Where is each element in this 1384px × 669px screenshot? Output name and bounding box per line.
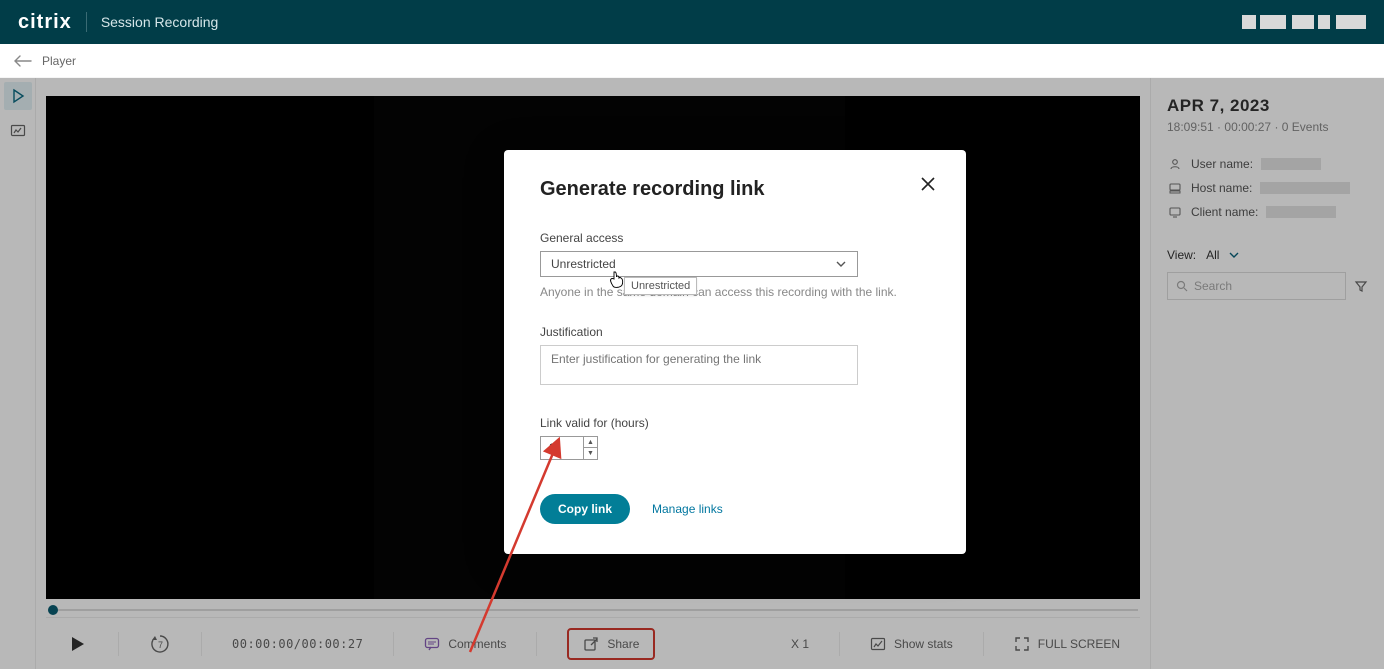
brand-logo: citrix — [18, 11, 72, 34]
breadcrumb-row: Player — [0, 44, 1384, 78]
copy-link-button[interactable]: Copy link — [540, 494, 630, 524]
justification-input[interactable] — [540, 345, 858, 385]
justification-label: Justification — [540, 325, 930, 339]
link-valid-stepper[interactable]: ▲ ▼ — [540, 436, 930, 460]
dropdown-tooltip: Unrestricted — [624, 277, 697, 295]
header-right-redacted — [1242, 15, 1366, 29]
top-header: citrix Session Recording — [0, 0, 1384, 44]
stepper-down[interactable]: ▼ — [584, 448, 597, 459]
general-access-help: Anyone in the same domain can access thi… — [540, 285, 930, 299]
link-valid-label: Link valid for (hours) — [540, 416, 930, 430]
chevron-down-icon — [835, 259, 847, 269]
back-icon[interactable] — [14, 54, 32, 68]
stepper-up[interactable]: ▲ — [584, 437, 597, 448]
close-button[interactable] — [916, 172, 940, 196]
generate-link-modal: Generate recording link General access U… — [504, 150, 966, 554]
general-access-select[interactable]: Unrestricted — [540, 251, 858, 277]
main-area: 7 00:00:00/00:00:27 Comments Share X 1 — [0, 78, 1384, 669]
link-valid-input[interactable] — [540, 436, 584, 460]
brand-separator — [86, 12, 87, 32]
general-access-value: Unrestricted — [551, 257, 616, 271]
manage-links-link[interactable]: Manage links — [652, 502, 723, 516]
modal-title: Generate recording link — [540, 178, 930, 201]
general-access-label: General access — [540, 231, 930, 245]
product-name: Session Recording — [101, 14, 219, 30]
breadcrumb-player[interactable]: Player — [42, 54, 76, 68]
